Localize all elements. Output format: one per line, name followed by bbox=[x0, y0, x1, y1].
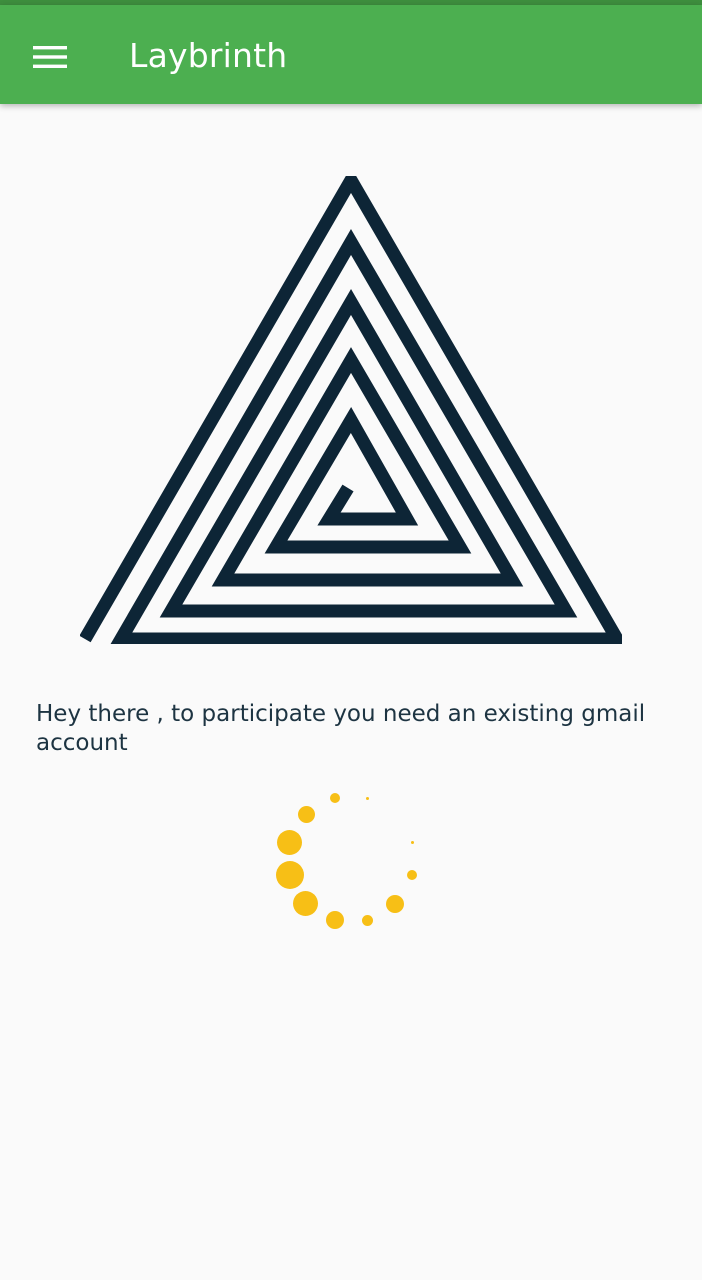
loading-spinner-icon bbox=[270, 790, 420, 935]
spinner-dot bbox=[326, 911, 344, 929]
app-bar: Laybrinth bbox=[0, 5, 702, 104]
spinner-dot bbox=[293, 891, 318, 916]
gmail-required-message: Hey there , to participate you need an e… bbox=[36, 701, 646, 756]
spinner-dot bbox=[362, 915, 373, 926]
hamburger-menu-icon bbox=[33, 46, 67, 68]
triangle-spiral-labyrinth-logo bbox=[80, 176, 622, 644]
labyrinth-logo bbox=[80, 176, 622, 644]
spinner-dot bbox=[407, 870, 417, 880]
menu-button[interactable] bbox=[22, 29, 78, 85]
spinner-dot bbox=[366, 797, 369, 800]
spinner-dot bbox=[276, 861, 304, 889]
spinner-dot bbox=[411, 841, 414, 844]
app-title: Laybrinth bbox=[129, 36, 288, 75]
spinner-dot bbox=[330, 793, 340, 803]
spinner-dot bbox=[277, 830, 302, 855]
spinner-dot bbox=[298, 806, 315, 823]
spinner-dot bbox=[386, 895, 404, 913]
